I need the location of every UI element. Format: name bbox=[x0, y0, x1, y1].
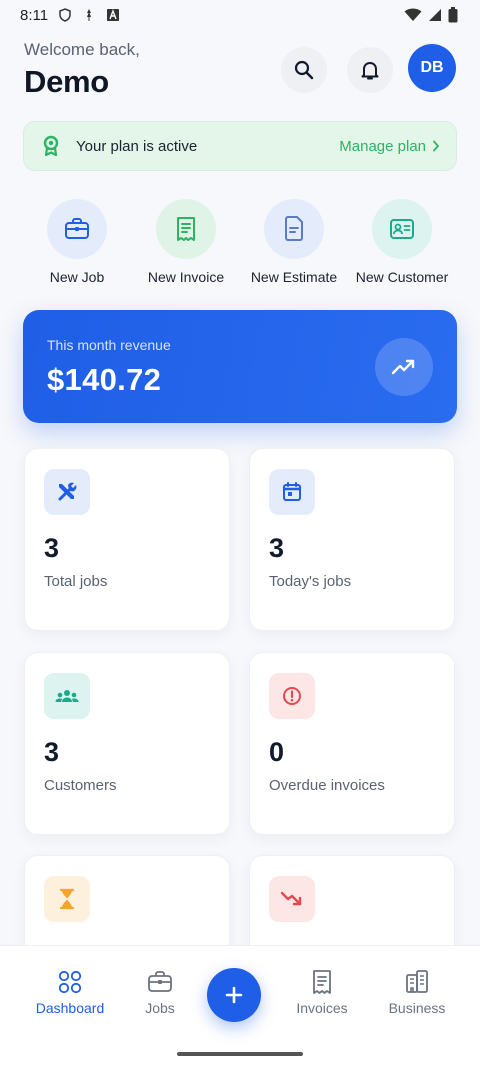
revenue-label: This month revenue bbox=[47, 337, 171, 353]
stat-value: 3 bbox=[269, 533, 285, 563]
stat-label: Overdue invoices bbox=[269, 777, 385, 794]
stat-label: Customers bbox=[44, 777, 117, 794]
header: Welcome back, Demo DB bbox=[24, 40, 456, 110]
battery-icon bbox=[448, 7, 458, 23]
revenue-amount: $140.72 bbox=[47, 362, 162, 397]
quick-action-label: New Job bbox=[49, 269, 105, 285]
stat-card-customers[interactable]: 3 Customers bbox=[24, 652, 230, 835]
status-bar: 8:11 bbox=[0, 0, 480, 30]
notifications-button[interactable] bbox=[347, 47, 393, 93]
plan-banner: Your plan is active Manage plan bbox=[23, 121, 457, 171]
plus-icon bbox=[225, 986, 243, 1004]
signal-icon bbox=[429, 9, 441, 21]
stat-value: 3 bbox=[44, 533, 60, 563]
chevron-right-icon bbox=[433, 140, 440, 152]
shield-icon bbox=[59, 8, 71, 22]
quick-action-label: New Invoice bbox=[147, 269, 225, 285]
quick-actions: New Job New Invoice New Estimate New Cus… bbox=[0, 199, 480, 291]
alert-circle-icon bbox=[269, 673, 315, 719]
stat-value: 0 bbox=[269, 737, 285, 767]
home-indicator bbox=[177, 1052, 303, 1056]
stat-card-overdue-invoices[interactable]: 0 Overdue invoices bbox=[249, 652, 455, 835]
plan-status-text: Your plan is active bbox=[76, 137, 198, 155]
new-estimate-button[interactable]: New Estimate bbox=[234, 199, 354, 285]
stat-label: Today's jobs bbox=[269, 573, 352, 590]
nav-dashboard[interactable]: Dashboard bbox=[22, 968, 118, 1016]
receipt-icon bbox=[156, 199, 216, 259]
search-icon bbox=[294, 60, 314, 80]
nav-label: Invoices bbox=[296, 1000, 348, 1016]
nav-business[interactable]: Business bbox=[369, 968, 465, 1016]
calendar-icon bbox=[269, 469, 315, 515]
manage-plan-link[interactable]: Manage plan bbox=[339, 138, 440, 155]
new-customer-button[interactable]: New Customer bbox=[342, 199, 462, 285]
new-invoice-button[interactable]: New Invoice bbox=[126, 199, 246, 285]
document-icon bbox=[264, 199, 324, 259]
nav-label: Dashboard bbox=[35, 1000, 105, 1016]
avatar[interactable]: DB bbox=[408, 44, 456, 92]
hourglass-icon bbox=[44, 876, 90, 922]
wifi-icon bbox=[404, 8, 422, 21]
receipt-icon bbox=[313, 970, 331, 994]
briefcase-icon bbox=[148, 971, 172, 992]
trend-down-icon bbox=[269, 876, 315, 922]
user-name: Demo bbox=[24, 64, 109, 99]
welcome-text: Welcome back, bbox=[24, 40, 140, 59]
quick-action-label: New Estimate bbox=[250, 269, 338, 285]
bottom-navigation: Dashboard Jobs Invoices Business bbox=[0, 945, 480, 1067]
bolt-icon bbox=[87, 9, 92, 21]
contact-card-icon bbox=[372, 199, 432, 259]
revenue-card[interactable]: This month revenue $140.72 bbox=[23, 310, 457, 423]
nav-invoices[interactable]: Invoices bbox=[274, 968, 370, 1016]
new-job-button[interactable]: New Job bbox=[17, 199, 137, 285]
nav-jobs[interactable]: Jobs bbox=[112, 968, 208, 1016]
add-button[interactable] bbox=[207, 968, 261, 1022]
trending-up-icon bbox=[375, 338, 433, 396]
stat-label: Total jobs bbox=[44, 573, 108, 590]
grid-icon bbox=[58, 970, 82, 994]
building-icon bbox=[406, 970, 428, 993]
manage-plan-label: Manage plan bbox=[339, 137, 426, 155]
stat-card-todays-jobs[interactable]: 3 Today's jobs bbox=[249, 448, 455, 631]
stat-value: 3 bbox=[44, 737, 60, 767]
search-button[interactable] bbox=[281, 47, 327, 93]
tools-icon bbox=[44, 469, 90, 515]
app-a-icon bbox=[107, 9, 120, 21]
quick-action-label: New Customer bbox=[355, 269, 449, 285]
nav-label: Business bbox=[388, 1000, 446, 1016]
nav-label: Jobs bbox=[145, 1000, 175, 1016]
award-badge-icon bbox=[43, 135, 59, 157]
stat-card-total-jobs[interactable]: 3 Total jobs bbox=[24, 448, 230, 631]
people-icon bbox=[44, 673, 90, 719]
status-time: 8:11 bbox=[20, 6, 49, 24]
briefcase-icon bbox=[47, 199, 107, 259]
bell-icon bbox=[361, 62, 379, 80]
